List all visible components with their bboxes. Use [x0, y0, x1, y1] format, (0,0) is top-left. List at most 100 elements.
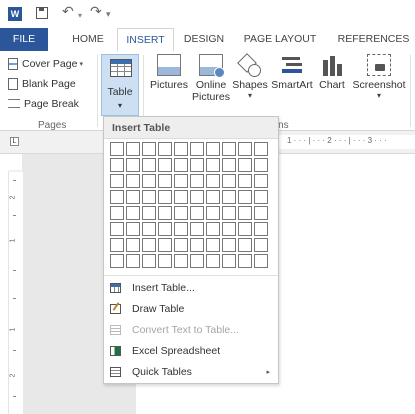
chart-button[interactable]: Chart [316, 54, 348, 91]
screenshot-button[interactable]: Screenshot ▾ [350, 54, 408, 100]
table-grid-cell[interactable] [174, 222, 188, 236]
table-grid-cell[interactable] [222, 206, 236, 220]
table-grid-cell[interactable] [238, 206, 252, 220]
table-grid-cell[interactable] [190, 238, 204, 252]
cover-page-button[interactable]: Cover Page ▾ [8, 55, 83, 72]
table-grid-cell[interactable] [254, 254, 268, 268]
table-grid-cell[interactable] [174, 254, 188, 268]
table-grid-cell[interactable] [158, 238, 172, 252]
online-pictures-button[interactable]: Online Pictures [192, 54, 230, 103]
table-grid-cell[interactable] [174, 174, 188, 188]
table-grid-cell[interactable] [238, 174, 252, 188]
table-grid-cell[interactable] [110, 142, 124, 156]
table-grid-cell[interactable] [222, 254, 236, 268]
table-grid-cell[interactable] [238, 254, 252, 268]
table-grid-cell[interactable] [254, 222, 268, 236]
table-grid-cell[interactable] [254, 206, 268, 220]
table-grid-cell[interactable] [142, 206, 156, 220]
table-grid-cell[interactable] [158, 206, 172, 220]
table-grid-cell[interactable] [174, 238, 188, 252]
table-grid-cell[interactable] [206, 158, 220, 172]
table-grid-cell[interactable] [158, 174, 172, 188]
table-grid-cell[interactable] [222, 174, 236, 188]
table-grid-cell[interactable] [190, 222, 204, 236]
table-grid-cell[interactable] [190, 206, 204, 220]
page-break-button[interactable]: Page Break [8, 95, 79, 112]
shapes-button[interactable]: Shapes ▾ [232, 54, 268, 100]
table-grid-cell[interactable] [126, 238, 140, 252]
redo-icon[interactable]: ↷ [90, 3, 102, 19]
table-grid-cell[interactable] [174, 142, 188, 156]
table-grid-cell[interactable] [238, 190, 252, 204]
table-grid-cell[interactable] [190, 190, 204, 204]
tab-file[interactable]: FILE [0, 28, 48, 51]
table-grid-cell[interactable] [142, 190, 156, 204]
undo-dropdown-icon[interactable]: ▾ [78, 8, 82, 22]
table-grid-cell[interactable] [190, 254, 204, 268]
table-grid-cell[interactable] [126, 158, 140, 172]
tab-references[interactable]: REFERENCES [332, 28, 415, 51]
table-button[interactable]: Table ▾ [101, 54, 139, 116]
smartart-button[interactable]: SmartArt [269, 54, 315, 91]
vertical-ruler[interactable]: 2 1 1 2 [8, 170, 23, 414]
table-grid-cell[interactable] [206, 190, 220, 204]
word-app-icon[interactable]: W [8, 7, 22, 21]
customize-qat-icon[interactable]: ▾ [106, 7, 111, 21]
table-grid-cell[interactable] [222, 190, 236, 204]
table-grid-cell[interactable] [190, 158, 204, 172]
table-grid-cell[interactable] [142, 254, 156, 268]
table-grid-cell[interactable] [110, 158, 124, 172]
table-grid-cell[interactable] [238, 238, 252, 252]
table-grid-cell[interactable] [174, 158, 188, 172]
blank-page-button[interactable]: Blank Page [8, 75, 76, 92]
table-grid-cell[interactable] [254, 174, 268, 188]
table-grid-cell[interactable] [158, 158, 172, 172]
undo-icon[interactable]: ↶ [62, 3, 74, 19]
table-grid-cell[interactable] [206, 254, 220, 268]
table-grid-cell[interactable] [222, 142, 236, 156]
table-grid-cell[interactable] [222, 158, 236, 172]
table-grid-cell[interactable] [126, 190, 140, 204]
table-grid-cell[interactable] [110, 206, 124, 220]
table-grid-cell[interactable] [254, 238, 268, 252]
table-grid-cell[interactable] [190, 142, 204, 156]
tab-design[interactable]: DESIGN [178, 28, 230, 51]
table-grid-cell[interactable] [222, 238, 236, 252]
table-grid-cell[interactable] [110, 174, 124, 188]
table-grid-cell[interactable] [190, 174, 204, 188]
table-grid-cell[interactable] [142, 142, 156, 156]
table-grid-cell[interactable] [158, 222, 172, 236]
quick-tables-menu-item[interactable]: Quick Tables ▸ [104, 361, 278, 382]
table-grid-cell[interactable] [110, 190, 124, 204]
table-grid-cell[interactable] [254, 142, 268, 156]
table-grid-cell[interactable] [206, 222, 220, 236]
table-grid-cell[interactable] [110, 222, 124, 236]
tab-insert[interactable]: INSERT [117, 28, 174, 52]
tab-page-layout[interactable]: PAGE LAYOUT [240, 28, 320, 51]
insert-table-menu-item[interactable]: Insert Table... [104, 277, 278, 298]
table-grid-cell[interactable] [254, 158, 268, 172]
table-grid-cell[interactable] [254, 190, 268, 204]
table-grid-cell[interactable] [238, 222, 252, 236]
table-grid-cell[interactable] [142, 174, 156, 188]
table-grid-cell[interactable] [110, 238, 124, 252]
table-grid-cell[interactable] [126, 206, 140, 220]
table-grid-cell[interactable] [174, 206, 188, 220]
table-grid-cell[interactable] [206, 142, 220, 156]
table-grid-cell[interactable] [206, 206, 220, 220]
draw-table-menu-item[interactable]: Draw Table [104, 298, 278, 319]
table-grid-cell[interactable] [206, 238, 220, 252]
table-size-grid[interactable] [110, 142, 268, 268]
pictures-button[interactable]: Pictures [148, 54, 190, 91]
table-grid-cell[interactable] [142, 222, 156, 236]
save-icon[interactable] [36, 7, 48, 19]
table-grid-cell[interactable] [126, 254, 140, 268]
table-grid-cell[interactable] [206, 174, 220, 188]
table-grid-cell[interactable] [158, 190, 172, 204]
table-grid-cell[interactable] [126, 174, 140, 188]
table-grid-cell[interactable] [238, 142, 252, 156]
table-grid-cell[interactable] [126, 142, 140, 156]
table-grid-cell[interactable] [222, 222, 236, 236]
table-grid-cell[interactable] [158, 254, 172, 268]
table-grid-cell[interactable] [174, 190, 188, 204]
